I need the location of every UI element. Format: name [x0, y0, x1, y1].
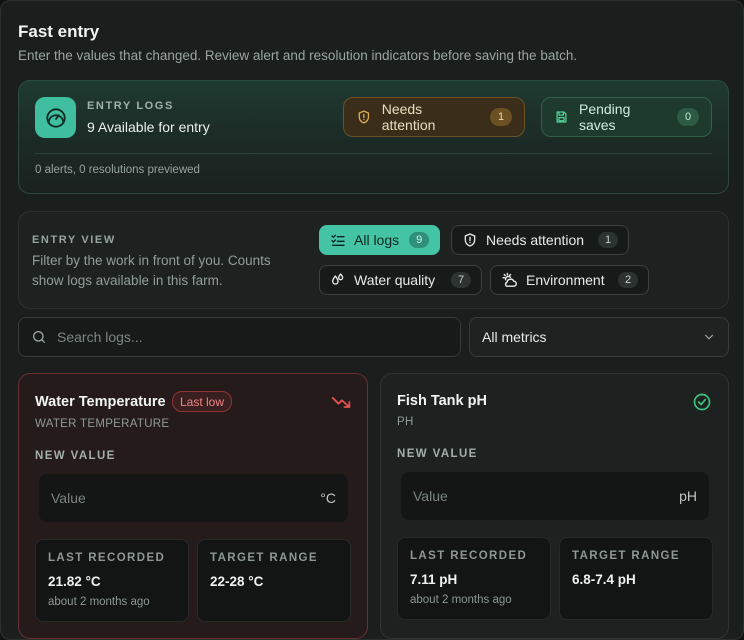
search-box[interactable] [18, 317, 461, 357]
filter-label: Needs attention [486, 232, 585, 248]
metric-subtitle: PH [397, 416, 414, 428]
target-range-panel: TARGET RANGE 6.8-7.4 pH [559, 537, 713, 620]
pending-saves-label: Pending saves [578, 101, 631, 133]
target-range-label: TARGET RANGE [210, 552, 318, 564]
filter-all-logs[interactable]: All logs 9 [319, 225, 441, 255]
new-value-label: NEW VALUE [35, 450, 116, 462]
entry-view-label: ENTRY VIEW [32, 234, 116, 246]
unit-label: pH [679, 488, 697, 504]
entry-view-card: ENTRY VIEW Filter by the work in front o… [18, 211, 729, 309]
entry-logs-card: ENTRY LOGS 9 Available for entry Needs a… [18, 80, 729, 194]
pending-saves-count: 0 [677, 108, 699, 126]
metric-select[interactable]: All metrics [469, 317, 729, 357]
metric-select-value: All metrics [482, 329, 547, 345]
save-icon [556, 111, 567, 123]
value-input[interactable] [51, 490, 271, 506]
filter-needs-attention[interactable]: Needs attention 1 [451, 225, 629, 255]
pending-saves-pill[interactable]: Pending saves 0 [541, 97, 712, 137]
filter-label: Water quality [354, 272, 436, 288]
divider [35, 153, 712, 154]
target-range-label: TARGET RANGE [572, 550, 680, 562]
target-range-value: 6.8-7.4 pH [572, 572, 636, 587]
last-recorded-value: 7.11 pH [410, 572, 458, 587]
status-badge: Last low [172, 391, 233, 412]
filter-count: 7 [451, 272, 471, 288]
search-input[interactable] [57, 329, 437, 345]
list-check-icon [331, 234, 345, 246]
metric-subtitle: WATER TEMPERATURE [35, 418, 170, 430]
page-subtitle: Enter the values that changed. Review al… [18, 48, 578, 63]
last-recorded-panel: LAST RECORDED 7.11 pH about 2 months ago [397, 537, 551, 620]
new-value-field[interactable]: pH [401, 472, 709, 520]
entry-view-description: Filter by the work in front of you. Coun… [32, 253, 271, 288]
filter-environment[interactable]: Environment 2 [490, 265, 649, 295]
needs-attention-label: Needs attention [381, 101, 436, 133]
metric-card-fish-tank-ph: Fish Tank pH PH NEW VALUE pH LAST RECORD… [380, 373, 729, 639]
sun-cloud-icon [502, 272, 517, 287]
preview-summary: 0 alerts, 0 resolutions previewed [35, 164, 200, 176]
filter-water-quality[interactable]: Water quality 7 [319, 265, 482, 295]
needs-attention-pill[interactable]: Needs attention 1 [343, 97, 525, 137]
last-recorded-panel: LAST RECORDED 21.82 °C about 2 months ag… [35, 539, 189, 622]
value-input[interactable] [413, 488, 633, 504]
filter-count: 9 [409, 232, 430, 248]
new-value-label: NEW VALUE [397, 448, 478, 460]
shield-alert-icon [464, 233, 476, 247]
gauge-icon [35, 97, 76, 138]
last-recorded-value: 21.82 °C [48, 574, 101, 589]
last-recorded-label: LAST RECORDED [410, 550, 528, 562]
page-title: Fast entry [18, 22, 100, 41]
metric-title: Water Temperature [35, 394, 166, 410]
search-icon [33, 331, 45, 343]
needs-attention-count: 1 [490, 108, 512, 126]
trending-down-icon [331, 392, 351, 417]
filter-count: 2 [618, 272, 638, 288]
filter-label: Environment [526, 272, 605, 288]
entry-logs-value: 9 Available for entry [87, 119, 210, 135]
last-recorded-time: about 2 months ago [410, 594, 512, 606]
chevron-down-icon [704, 334, 714, 340]
last-recorded-label: LAST RECORDED [48, 552, 166, 564]
check-circle-icon [692, 392, 712, 417]
unit-label: °C [320, 490, 336, 506]
metric-card-water-temperature: Water Temperature Last low WATER TEMPERA… [18, 373, 368, 639]
last-recorded-time: about 2 months ago [48, 596, 150, 608]
filter-label: All logs [354, 232, 400, 248]
droplets-icon [332, 273, 344, 285]
metric-title: Fish Tank pH [397, 393, 487, 409]
fast-entry-panel: Fast entry Enter the values that changed… [0, 0, 744, 640]
filter-count: 1 [598, 232, 618, 248]
shield-alert-icon [358, 110, 370, 124]
new-value-field[interactable]: °C [39, 474, 348, 522]
target-range-panel: TARGET RANGE 22-28 °C [197, 539, 351, 622]
target-range-value: 22-28 °C [210, 574, 264, 589]
entry-logs-label: ENTRY LOGS [87, 100, 174, 112]
